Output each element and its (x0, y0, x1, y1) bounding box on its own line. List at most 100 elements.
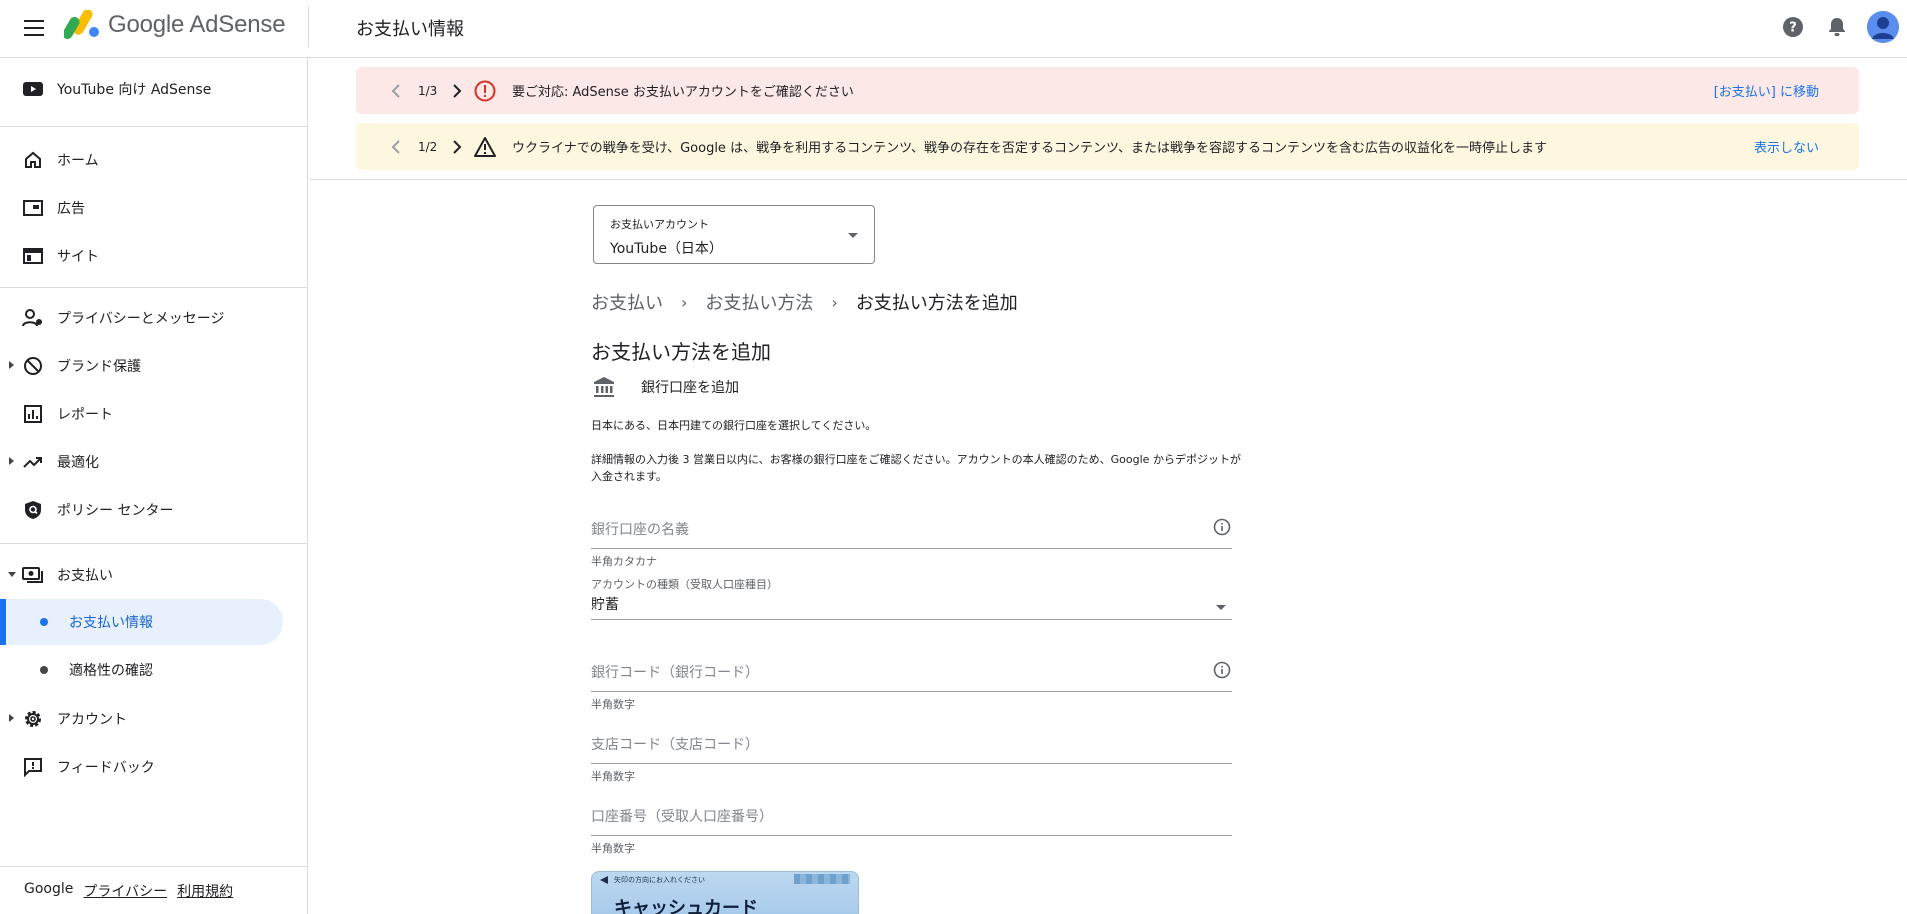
bullet-dot-icon (40, 618, 48, 626)
sidebar-item-sites[interactable]: サイト (0, 234, 300, 278)
select-value: 貯蓄 (591, 597, 619, 613)
menu-button[interactable] (20, 14, 48, 42)
info-icon[interactable] (1213, 518, 1231, 536)
instruction-text: 日本にある、日本円建ての銀行口座を選択してください。 (591, 419, 877, 432)
home-icon (22, 149, 44, 171)
ads-icon (22, 197, 44, 219)
adsense-logo-icon (64, 10, 99, 40)
next-banner-button[interactable] (447, 81, 467, 101)
sidebar-item-label: お支払い (57, 568, 113, 584)
bar-chart-icon (22, 403, 44, 425)
help-icon: ? (1783, 17, 1803, 37)
select-caption: お支払いアカウント (610, 218, 709, 231)
payment-account-select[interactable]: お支払いアカウント YouTube（日本） (593, 205, 875, 264)
form-heading: お支払い方法を追加 (591, 340, 771, 364)
sidebar-item-brand-safety[interactable]: ブランド保護 (0, 344, 300, 388)
footer-google: Google (24, 881, 74, 897)
sidebar-item-reports[interactable]: レポート (0, 392, 300, 436)
sidebar-item-home[interactable]: ホーム (0, 138, 300, 182)
sidebar-item-label: フィードバック (57, 760, 155, 776)
sites-icon (22, 245, 44, 267)
info-icon[interactable] (1213, 661, 1231, 679)
bullet-dot-icon (40, 666, 48, 674)
expand-caret-icon (9, 361, 14, 369)
privacy-link[interactable]: プライバシー (83, 881, 167, 901)
sidebar-item-label: お支払い情報 (69, 615, 153, 631)
sidebar-item-policy-center[interactable]: ポリシー センター (0, 488, 300, 532)
dismiss-link[interactable]: 表示しない (1754, 137, 1819, 156)
prev-banner-button[interactable] (386, 81, 406, 101)
feedback-icon (22, 756, 44, 778)
user-icon (1867, 11, 1899, 43)
header-divider (308, 6, 309, 47)
notifications-button[interactable] (1823, 13, 1851, 41)
bank-code-field[interactable]: 銀行コード（銀行コード） (591, 648, 1232, 692)
gear-icon (22, 708, 44, 730)
chevron-right-icon (453, 83, 462, 98)
chevron-left-icon (391, 83, 400, 98)
account-type-select[interactable]: アカウントの種類（受取人口座種目） 貯蓄 (591, 572, 1232, 620)
card-blurred-region (794, 874, 850, 884)
sidebar-item-optimize[interactable]: 最適化 (0, 440, 300, 484)
field-hint: 半角数字 (591, 842, 635, 855)
header-actions: ? (1779, 0, 1907, 54)
sidebar-divider (0, 126, 307, 127)
sidebar-item-payments[interactable]: お支払い (0, 553, 300, 597)
prev-banner-button[interactable] (386, 137, 406, 157)
trending-up-icon (22, 451, 44, 473)
sidebar-item-privacy[interactable]: プライバシーとメッセージ (0, 296, 300, 340)
page-title: お支払い情報 (356, 19, 464, 40)
go-to-payments-link[interactable]: [お支払い] に移動 (1714, 81, 1819, 100)
sidebar-item-label: サイト (57, 249, 99, 265)
sidebar-item-label: 広告 (57, 201, 85, 217)
breadcrumb: お支払い › お支払い方法 › お支払い方法を追加 (591, 289, 1018, 315)
branch-code-field[interactable]: 支店コード（支店コード） (591, 720, 1232, 764)
banner-count: 1/3 (418, 83, 438, 98)
breadcrumb-payment-methods[interactable]: お支払い方法 (705, 289, 813, 315)
account-number-field[interactable]: 口座番号（受取人口座番号） (591, 792, 1232, 836)
bank-account-option: 銀行口座を追加 (593, 376, 739, 398)
collapse-caret-icon (8, 572, 16, 577)
help-button[interactable]: ? (1779, 13, 1807, 41)
breadcrumb-separator-icon: › (831, 292, 838, 312)
terms-link[interactable]: 利用規約 (177, 881, 233, 901)
hamburger-menu-icon (24, 20, 44, 36)
field-placeholder: 銀行コード（銀行コード） (591, 665, 759, 681)
chevron-right-icon (453, 139, 462, 154)
field-placeholder: 口座番号（受取人口座番号） (591, 809, 773, 825)
sidebar-divider (0, 287, 307, 288)
breadcrumb-separator-icon: › (681, 292, 688, 312)
select-value: YouTube（日本） (610, 241, 723, 257)
sidebar-item-label: プライバシーとメッセージ (57, 311, 225, 327)
warning-banner: 1/2 ウクライナでの戦争を受け、Google は、戦争を利用するコンテンツ、戦… (356, 123, 1859, 170)
top-app-bar: Google AdSense お支払い情報 ? (0, 0, 1907, 58)
privacy-person-icon (22, 307, 44, 329)
adsense-logo[interactable]: Google AdSense (64, 10, 286, 40)
cash-card-example-image: 矢印の方向にお入れください キャッシュカード (591, 871, 859, 914)
sidebar-item-label: アカウント (57, 712, 127, 728)
payments-icon (22, 564, 44, 586)
banner-count: 1/2 (418, 139, 438, 154)
sidebar-item-youtube[interactable]: YouTube 向け AdSense (0, 67, 300, 111)
breadcrumb-current: お支払い方法を追加 (855, 293, 1018, 314)
sidebar-item-label: レポート (57, 407, 113, 423)
expand-caret-icon (9, 457, 14, 465)
warning-icon (473, 135, 497, 159)
sidebar-item-feedback[interactable]: フィードバック (0, 745, 300, 789)
sidebar-divider (0, 543, 307, 544)
bell-icon (1829, 18, 1845, 36)
verification-text: 詳細情報の入力後 3 営業日以内に、お客様の銀行口座をご確認ください。アカウント… (591, 453, 1241, 483)
breadcrumb-payments[interactable]: お支払い (591, 289, 663, 315)
sidebar-item-ads[interactable]: 広告 (0, 186, 300, 230)
next-banner-button[interactable] (447, 137, 467, 157)
sidebar-item-payment-info[interactable]: お支払い情報 (0, 599, 283, 645)
account-avatar[interactable] (1867, 11, 1899, 43)
app-name: Google AdSense (108, 11, 286, 38)
dropdown-arrow-icon (848, 233, 858, 238)
content-divider (309, 179, 1907, 180)
account-holder-name-field[interactable]: 銀行口座の名義 (591, 505, 1232, 549)
field-placeholder: 銀行口座の名義 (591, 522, 689, 538)
sidebar-item-eligibility[interactable]: 適格性の確認 (0, 647, 283, 693)
sidebar-item-account[interactable]: アカウント (0, 697, 300, 741)
error-banner: 1/3 要ご対応: AdSense お支払いアカウントをご確認ください [お支払… (356, 67, 1859, 114)
